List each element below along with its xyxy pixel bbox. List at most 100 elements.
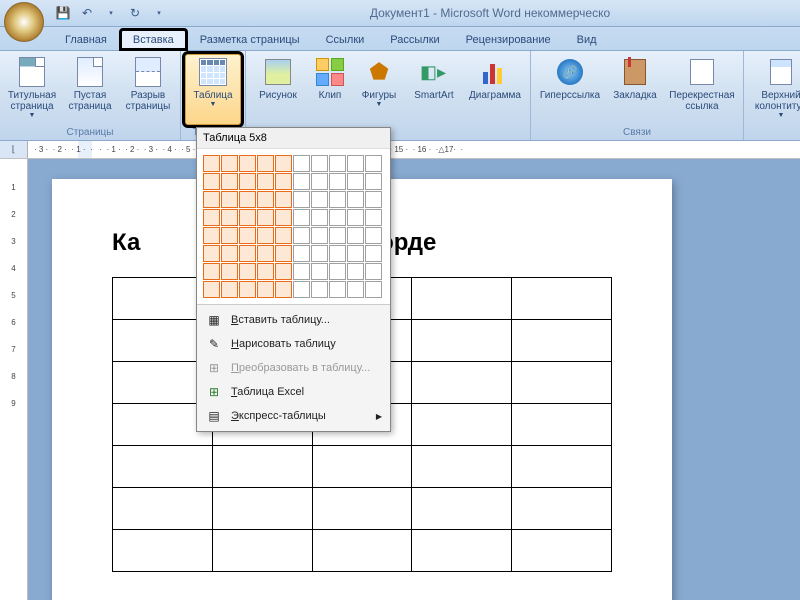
grid-cell[interactable]	[203, 173, 220, 190]
chart-button[interactable]: Диаграмма	[464, 54, 526, 125]
grid-cell[interactable]	[365, 245, 382, 262]
grid-cell[interactable]	[275, 155, 292, 172]
grid-cell[interactable]	[257, 281, 274, 298]
grid-cell[interactable]	[365, 173, 382, 190]
grid-cell[interactable]	[329, 209, 346, 226]
grid-cell[interactable]	[365, 227, 382, 244]
ruler-h-scale[interactable]: · 3 · · 2 · · 1 · · · · 1 · · 2 · · 3 · …	[28, 141, 800, 158]
grid-cell[interactable]	[347, 281, 364, 298]
grid-cell[interactable]	[257, 245, 274, 262]
grid-cell[interactable]	[239, 155, 256, 172]
grid-cell[interactable]	[329, 245, 346, 262]
grid-cell[interactable]	[311, 263, 328, 280]
smartart-button[interactable]: ◧▸ SmartArt	[406, 54, 462, 125]
page-break-button[interactable]: Разрыв страницы	[120, 54, 176, 125]
grid-cell[interactable]	[203, 191, 220, 208]
grid-cell[interactable]	[221, 263, 238, 280]
bookmark-button[interactable]: Закладка	[607, 54, 663, 125]
grid-cell[interactable]	[365, 263, 382, 280]
grid-cell[interactable]	[203, 263, 220, 280]
grid-cell[interactable]	[257, 173, 274, 190]
ruler-corner[interactable]: ⌊	[0, 141, 28, 158]
grid-cell[interactable]	[311, 281, 328, 298]
grid-cell[interactable]	[221, 155, 238, 172]
grid-cell[interactable]	[329, 155, 346, 172]
vertical-ruler[interactable]: 1 2 3 4 5 6 7 8 9	[0, 159, 28, 600]
grid-cell[interactable]	[311, 191, 328, 208]
grid-cell[interactable]	[365, 155, 382, 172]
tab-view[interactable]: Вид	[564, 29, 610, 50]
grid-cell[interactable]	[329, 227, 346, 244]
grid-cell[interactable]	[311, 227, 328, 244]
cross-reference-button[interactable]: Перекрестная ссылка	[665, 54, 739, 125]
blank-page-button[interactable]: Пустая страница	[62, 54, 118, 125]
grid-cell[interactable]	[203, 209, 220, 226]
grid-cell[interactable]	[329, 263, 346, 280]
excel-table-menuitem[interactable]: ⊞ Таблица Excel	[197, 380, 390, 404]
hyperlink-button[interactable]: 🔗 Гиперссылка	[535, 54, 605, 125]
grid-cell[interactable]	[329, 173, 346, 190]
grid-cell[interactable]	[293, 173, 310, 190]
grid-cell[interactable]	[275, 263, 292, 280]
grid-cell[interactable]	[293, 245, 310, 262]
grid-cell[interactable]	[293, 263, 310, 280]
grid-cell[interactable]	[257, 227, 274, 244]
picture-button[interactable]: Рисунок	[250, 54, 306, 125]
grid-cell[interactable]	[203, 227, 220, 244]
grid-cell[interactable]	[347, 245, 364, 262]
draw-table-menuitem[interactable]: ✎ Нарисовать таблицу	[197, 332, 390, 356]
grid-cell[interactable]	[221, 245, 238, 262]
grid-cell[interactable]	[347, 227, 364, 244]
table-button[interactable]: Таблица ▼	[185, 54, 241, 125]
grid-cell[interactable]	[329, 281, 346, 298]
grid-cell[interactable]	[239, 227, 256, 244]
grid-cell[interactable]	[275, 209, 292, 226]
grid-cell[interactable]	[203, 155, 220, 172]
grid-cell[interactable]	[293, 191, 310, 208]
grid-cell[interactable]	[257, 191, 274, 208]
grid-cell[interactable]	[311, 155, 328, 172]
grid-cell[interactable]	[347, 173, 364, 190]
grid-cell[interactable]	[275, 227, 292, 244]
insert-table-menuitem[interactable]: ▦ Вставить таблицу...	[197, 308, 390, 332]
grid-cell[interactable]	[365, 191, 382, 208]
grid-cell[interactable]	[203, 245, 220, 262]
office-button[interactable]	[4, 2, 44, 42]
grid-cell[interactable]	[329, 191, 346, 208]
tab-page-layout[interactable]: Разметка страницы	[187, 29, 313, 50]
grid-cell[interactable]	[221, 191, 238, 208]
grid-cell[interactable]	[239, 173, 256, 190]
grid-cell[interactable]	[347, 263, 364, 280]
grid-cell[interactable]	[347, 191, 364, 208]
grid-cell[interactable]	[347, 155, 364, 172]
grid-cell[interactable]	[365, 209, 382, 226]
grid-cell[interactable]	[221, 173, 238, 190]
quick-tables-menuitem[interactable]: ▤ Экспресс-таблицы ▶	[197, 404, 390, 428]
grid-cell[interactable]	[257, 263, 274, 280]
tab-review[interactable]: Рецензирование	[453, 29, 564, 50]
grid-cell[interactable]	[221, 281, 238, 298]
grid-cell[interactable]	[311, 173, 328, 190]
grid-cell[interactable]	[293, 155, 310, 172]
tab-home[interactable]: Главная	[52, 29, 120, 50]
grid-cell[interactable]	[275, 191, 292, 208]
grid-cell[interactable]	[275, 281, 292, 298]
grid-cell[interactable]	[275, 245, 292, 262]
grid-cell[interactable]	[239, 245, 256, 262]
grid-cell[interactable]	[293, 209, 310, 226]
grid-cell[interactable]	[365, 281, 382, 298]
table-size-grid[interactable]	[197, 149, 390, 304]
shapes-button[interactable]: ⬟ Фигуры ▼	[354, 54, 404, 125]
tab-insert[interactable]: Вставка	[120, 29, 187, 50]
grid-cell[interactable]	[239, 191, 256, 208]
header-button[interactable]: Верхний колонтитул ▼	[748, 54, 800, 125]
grid-cell[interactable]	[347, 209, 364, 226]
page-scroll-area[interactable]: Кау в Ворде	[28, 159, 800, 600]
grid-cell[interactable]	[221, 209, 238, 226]
clipart-button[interactable]: Клип	[308, 54, 352, 125]
grid-cell[interactable]	[311, 245, 328, 262]
grid-cell[interactable]	[257, 209, 274, 226]
cover-page-button[interactable]: Титульная страница ▼	[4, 54, 60, 125]
grid-cell[interactable]	[311, 209, 328, 226]
grid-cell[interactable]	[221, 227, 238, 244]
